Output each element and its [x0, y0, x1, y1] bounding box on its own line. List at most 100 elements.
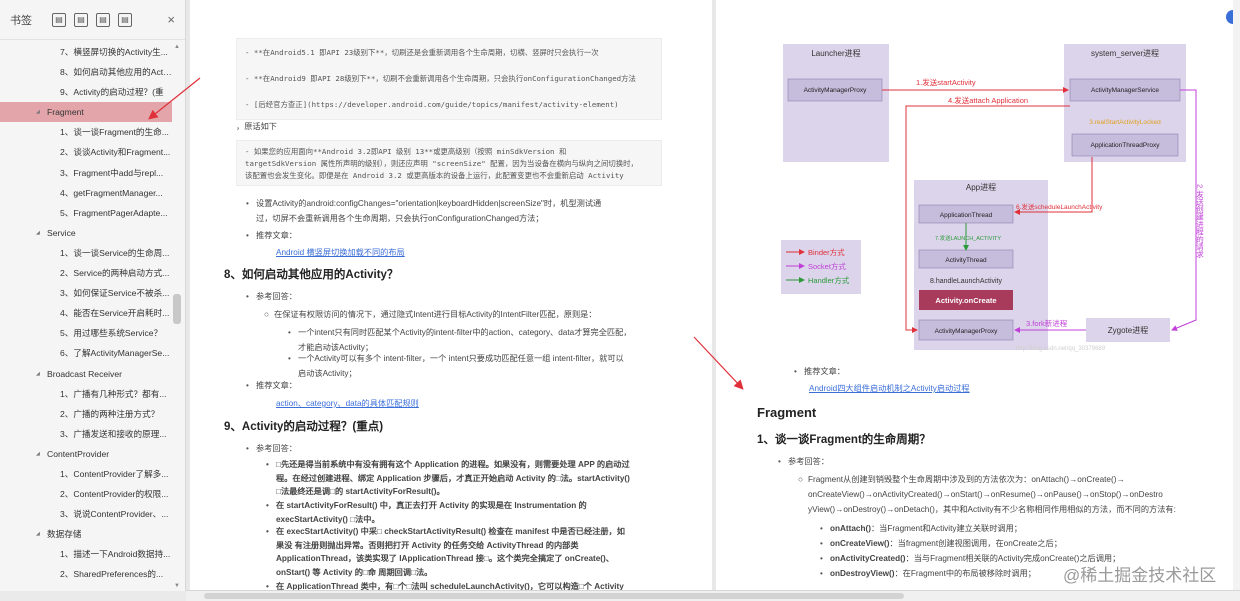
- s1-label: 1.发送startActivity: [916, 77, 976, 87]
- code-line: - [后经官方查正](https://developer.android.com…: [245, 100, 619, 109]
- bookmark-item[interactable]: 5、用过哪些系统Service？: [0, 323, 172, 343]
- bookmark-item[interactable]: 2、ContentProvider的权限...: [0, 484, 172, 504]
- recommend-link-2[interactable]: action、category、data的具体匹配规则: [276, 396, 419, 411]
- diagram-faint-url: http://blog.csdn.net/qq_30379689: [1016, 346, 1106, 352]
- text-line: onStart() 等 Activity 的□命 周期回调□法。: [276, 567, 433, 577]
- code-line: - 如果您的应用面向**Android 3.2即API 级别 13**或更高级别…: [245, 147, 567, 156]
- text-line: 在 ApplicationThread 类中，有□个□法叫 scheduleLa…: [276, 582, 624, 590]
- amp2-label: ActivityManagerProxy: [935, 328, 999, 335]
- bookmark-item[interactable]: 3、广播发送和接收的原理...: [0, 424, 172, 444]
- bookmark-item[interactable]: 3、如何保证Service不被杀...: [0, 283, 172, 303]
- page-vertical-scrollbar[interactable]: [1233, 0, 1240, 590]
- collapse-all-icon[interactable]: ▤: [74, 12, 88, 27]
- legend-socket: Socket方式: [808, 261, 846, 271]
- bookmark-item[interactable]: 2、Service的两种启动方式...: [0, 263, 172, 283]
- scroll-up-icon[interactable]: ▲: [174, 44, 180, 50]
- list-item: 设置Activity的android:configChanges="orient…: [242, 196, 662, 226]
- paragraph: ，原话如下: [236, 122, 277, 131]
- scroll-down-icon[interactable]: ▼: [174, 583, 180, 589]
- text-line: Fragment从创建到销毁整个生命周期中涉及到的方法依次为：onAttach(…: [808, 475, 1125, 484]
- bookmark-item[interactable]: 7、横竖屏切换的Activity生...: [0, 42, 172, 62]
- watermark: @稀土掘金技术社区: [1063, 566, 1217, 585]
- bookmark-item[interactable]: 6、了解ActivityManagerSe...: [0, 343, 172, 363]
- text-line: 程。在经过创建进程、绑定 Application 步骤后，才真正开始启动 Act…: [276, 473, 630, 483]
- activity-launch-diagram: Launcher进程 ActivityManagerProxy system_s…: [781, 44, 1205, 352]
- bookmark-item[interactable]: 8、如何启动其他应用的Acti...: [0, 62, 172, 82]
- pdf-page-left: - **在Android5.1 即API 23级别下**，切刷还是会重新调用各个…: [190, 0, 712, 590]
- sidebar-footer: [0, 591, 186, 601]
- list-item: onCreateView()：当fragment创建视图调用，在onCreate…: [816, 536, 1062, 551]
- list-item: onDestroyView()：在Fragment中的布局被移除时调用；: [816, 566, 1036, 581]
- sidebar-scroll-thumb[interactable]: [173, 294, 181, 324]
- assistant-bubble-icon[interactable]: [1226, 10, 1233, 24]
- s3-label: 3.fork新进程: [1026, 318, 1068, 328]
- text-line: ApplicationThread，该类实现了 IApplicationThre…: [276, 554, 614, 564]
- bookmark-section[interactable]: Service: [0, 223, 172, 243]
- method-desc: ：当Fragment和Activity建立关联时调用；: [870, 524, 1022, 533]
- sidebar-scrollbar[interactable]: ▲ ▼: [173, 44, 181, 589]
- bookmark-item[interactable]: 5、FragmentPagerAdapte...: [0, 203, 172, 223]
- close-sidebar-icon[interactable]: ×: [167, 12, 175, 27]
- bookmark-item[interactable]: 3、说说ContentProvider、...: [0, 504, 172, 524]
- bookmark-item[interactable]: 1、广播有几种形式？都有...: [0, 384, 172, 404]
- bookmark-item[interactable]: 1、ContentProvider了解多...: [0, 464, 172, 484]
- pdf-page-right: Launcher进程 ActivityManagerProxy system_s…: [716, 0, 1233, 590]
- paragraph: ○ 在保证有权限访问的情况下，通过隐式Intent进行目标Activity的In…: [260, 307, 597, 322]
- list-item: onAttach()：当Fragment和Activity建立关联时调用；: [816, 521, 1022, 536]
- bookmark-item[interactable]: 2、广播的两种注册方式？: [0, 404, 172, 424]
- bookmark-item[interactable]: 3、Fragment中add与repl...: [0, 163, 172, 183]
- text-line: 在 execStartActivity() 中采□ checkStartActi…: [276, 527, 625, 536]
- s6-label: 6.发送scheduleLaunchActivity: [1016, 202, 1103, 211]
- legend-binder: Binder方式: [808, 247, 845, 257]
- bookmark-section[interactable]: Broadcast Receiver: [0, 364, 172, 384]
- oncreate-label: Activity.onCreate: [935, 296, 996, 305]
- atp-label: ApplicationThreadProxy: [1090, 142, 1160, 149]
- amp-label: ActivityManagerProxy: [804, 87, 868, 94]
- ref-label: 参考回答：: [242, 289, 297, 304]
- bookmark-item[interactable]: 1、描述一下Android数据持...: [0, 544, 172, 564]
- bookmark-outline: 7、横竖屏切换的Activity生... 8、如何启动其他应用的Acti... 9、…: [0, 42, 172, 590]
- bookmark-item[interactable]: 2、谈谈Activity和Fragment...: [0, 142, 172, 162]
- list-item: 在 ApplicationThread 类中，有□个□法叫 scheduleLa…: [262, 580, 662, 590]
- sidebar-title: 书签: [10, 14, 32, 27]
- text-line: onCreateView()→onActivityCreated()→onSta…: [808, 490, 1163, 499]
- list-item: □先还是得当前系统中有没有拥有这个 Application 的进程。如果没有，则…: [262, 458, 662, 499]
- ams-label: ActivityManagerService: [1091, 87, 1159, 94]
- at-label: ApplicationThread: [940, 212, 993, 219]
- text-line: yView()→onDestroy()→onDetach()，其中和Activi…: [808, 505, 1176, 514]
- bookmark-section[interactable]: Fragment: [0, 102, 172, 123]
- launcher-label: Launcher进程: [811, 49, 860, 58]
- section-heading-fragment-1: 1、谈一谈Fragment的生命周期？: [757, 434, 931, 446]
- code-line: - **在Android5.1 即API 23级别下**，切刷还是会重新调用各个…: [245, 48, 599, 57]
- method-name: onDestroyView(): [830, 569, 895, 578]
- recommend-label: 推荐文章：: [790, 364, 845, 379]
- bookmark-item[interactable]: 1、谈一谈Service的生命周...: [0, 243, 172, 263]
- text-line: 一个Activity可以有多个 intent-filter，一个 intent只…: [298, 354, 624, 363]
- pdf-reader-window: 书签 ▤ ▤ ▤ ▤ × 7、横竖屏切换的Activity生... 8、如何启动其…: [0, 0, 1240, 601]
- bookmark-item[interactable]: 4、getFragmentManager...: [0, 183, 172, 203]
- bullet-circle-icon: ○: [264, 310, 269, 319]
- paragraph: ○ Fragment从创建到销毁整个生命周期中涉及到的方法依次为：onAttac…: [794, 472, 1224, 517]
- expand-all-icon[interactable]: ▤: [52, 12, 66, 27]
- bookmark-options-icon[interactable]: ▤: [118, 12, 132, 27]
- bookmark-item[interactable]: 1、谈一谈Fragment的生命...: [0, 122, 172, 142]
- bookmark-item[interactable]: 2、SharedPreferences的...: [0, 564, 172, 584]
- bookmark-section[interactable]: ContentProvider: [0, 444, 172, 464]
- code-line: - **在Android9 即API 28级别下**，切刷不会重新调用各个生命周…: [245, 74, 636, 83]
- bookmark-section[interactable]: 数据存储: [0, 524, 172, 544]
- horizontal-scrollbar[interactable]: [204, 593, 904, 599]
- recommend-link-3[interactable]: Android四大组件启动机制之Activity启动过程: [809, 381, 970, 396]
- list-item: 一个Activity可以有多个 intent-filter，一个 intent只…: [284, 351, 664, 381]
- method-name: onCreateView(): [830, 539, 890, 548]
- status-bar: [186, 590, 1240, 601]
- bookmark-item[interactable]: 4、能否在Service开启耗时...: [0, 303, 172, 323]
- text-line: 在 startActivityForResult() 中，真正去打开 Activ…: [276, 501, 587, 510]
- recommend-link-1[interactable]: Android 横竖屏切换加载不同的布局: [276, 245, 405, 260]
- method-desc: ：在Fragment中的布局被移除时调用；: [894, 569, 1036, 578]
- list-item: 在 startActivityForResult() 中，真正去打开 Activ…: [262, 499, 662, 526]
- launch-msg-label: 7.发送LAUNCH_ACTIVITY: [935, 234, 1001, 242]
- code-block-2: - 如果您的应用面向**Android 3.2即API 级别 13**或更高级别…: [236, 140, 662, 186]
- bookmark-item[interactable]: 9、Activity的启动过程？(重: [0, 82, 172, 102]
- text-line: □法最终还是调□的 startActivityForResult()。: [276, 487, 445, 497]
- add-bookmark-icon[interactable]: ▤: [96, 12, 110, 27]
